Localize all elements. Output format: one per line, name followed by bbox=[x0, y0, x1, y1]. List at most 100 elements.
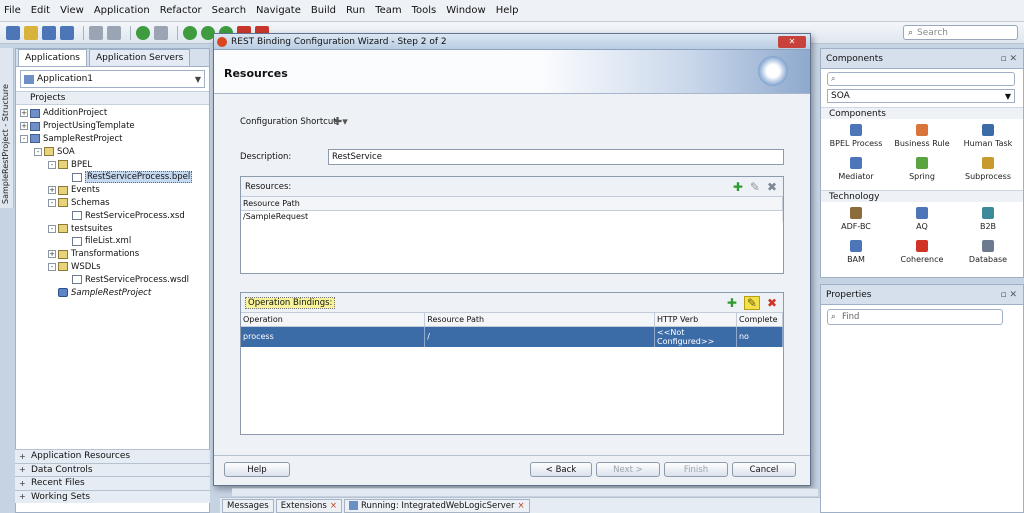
new-icon[interactable] bbox=[6, 25, 20, 40]
table-cell[interactable]: process bbox=[241, 326, 426, 347]
tree-item[interactable]: RestServiceProcess.wsdl bbox=[16, 273, 209, 286]
column-header[interactable]: Resource Path bbox=[424, 313, 656, 327]
make-icon[interactable] bbox=[183, 25, 197, 40]
expand-icon[interactable]: + bbox=[48, 250, 56, 259]
back-button[interactable]: < Back bbox=[530, 462, 592, 477]
tree-item[interactable]: SampleRestProject bbox=[16, 286, 209, 299]
menu-application[interactable]: Application bbox=[94, 5, 150, 16]
dialog-title-bar[interactable]: REST Binding Configuration Wizard - Step… bbox=[214, 34, 810, 50]
projects-header[interactable]: Projects bbox=[16, 91, 209, 105]
undo-icon[interactable] bbox=[89, 25, 103, 40]
collapse-icon[interactable]: - bbox=[48, 224, 56, 233]
save-all-icon[interactable] bbox=[60, 25, 74, 40]
tree-item[interactable]: + Events bbox=[16, 184, 209, 197]
tree-item[interactable]: - Schemas bbox=[16, 197, 209, 210]
section-recent-files[interactable]: + Recent Files bbox=[15, 476, 210, 490]
menu-refactor[interactable]: Refactor bbox=[160, 5, 202, 16]
close-icon[interactable]: × bbox=[330, 501, 337, 511]
table-cell[interactable]: <<Not Configured>> bbox=[654, 326, 737, 347]
global-search-input[interactable]: ⌕ Search bbox=[903, 25, 1018, 40]
components-search-input[interactable]: ⌕ bbox=[827, 72, 1015, 86]
redo-icon[interactable] bbox=[107, 25, 121, 40]
expand-icon[interactable]: + bbox=[19, 465, 27, 474]
component-coherence[interactable]: Coherence bbox=[889, 237, 955, 270]
tree-item[interactable]: + ProjectUsingTemplate bbox=[16, 120, 209, 133]
close-icon[interactable]: × bbox=[518, 501, 525, 511]
component-group-header[interactable]: Technology bbox=[821, 190, 1023, 202]
chevron-down-icon[interactable]: ▼ bbox=[1002, 92, 1014, 101]
column-header[interactable]: HTTP Verb bbox=[654, 313, 737, 327]
edit-operation-icon[interactable]: ✎ bbox=[743, 295, 760, 310]
collapse-icon[interactable]: - bbox=[48, 160, 56, 169]
component-subprocess[interactable]: Subprocess bbox=[955, 154, 1021, 187]
back-nav-icon[interactable] bbox=[136, 25, 150, 40]
component-category-select[interactable]: SOA ▼ bbox=[827, 89, 1015, 103]
structure-side-tab[interactable]: SampleRestProject - Structure bbox=[0, 48, 14, 208]
table-row[interactable]: /SampleRequest bbox=[241, 210, 783, 222]
component-spring[interactable]: Spring bbox=[889, 154, 955, 187]
tree-item[interactable]: RestServiceProcess.bpel bbox=[16, 171, 209, 184]
tree-item[interactable]: fileList.xml bbox=[16, 235, 209, 248]
expand-icon[interactable]: + bbox=[19, 479, 27, 488]
menu-team[interactable]: Team bbox=[375, 5, 401, 16]
description-field[interactable]: RestService bbox=[328, 149, 784, 165]
section-application-resources[interactable]: + Application Resources bbox=[15, 449, 210, 463]
tree-item[interactable]: - testsuites bbox=[16, 222, 209, 235]
component-adf-bc[interactable]: ADF-BC bbox=[823, 204, 889, 237]
tree-item[interactable]: - WSDLs bbox=[16, 261, 209, 274]
section-working-sets[interactable]: + Working Sets bbox=[15, 489, 210, 503]
tree-item[interactable]: - BPEL bbox=[16, 158, 209, 171]
section-data-controls[interactable]: + Data Controls bbox=[15, 462, 210, 476]
add-operation-icon[interactable]: ✚ bbox=[727, 297, 737, 309]
component-b2b[interactable]: B2B bbox=[955, 204, 1021, 237]
column-header[interactable]: Resource Path bbox=[241, 197, 783, 211]
panel-controls-icon[interactable]: ▫ ✕ bbox=[1000, 290, 1017, 300]
properties-find-input[interactable]: ⌕ Find bbox=[827, 309, 1003, 325]
edit-resource-icon[interactable]: ✎ bbox=[750, 181, 760, 193]
tree-item[interactable]: + AdditionProject bbox=[16, 107, 209, 120]
menu-file[interactable]: File bbox=[4, 5, 21, 16]
tab-application-servers[interactable]: Application Servers bbox=[88, 49, 191, 66]
delete-operation-icon[interactable]: ✖ bbox=[767, 297, 777, 309]
collapse-icon[interactable]: - bbox=[48, 198, 56, 207]
next-button[interactable]: Next > bbox=[596, 462, 660, 477]
menu-run[interactable]: Run bbox=[346, 5, 365, 16]
tree-item[interactable]: RestServiceProcess.xsd bbox=[16, 209, 209, 222]
collapse-icon[interactable]: - bbox=[20, 134, 28, 143]
menu-build[interactable]: Build bbox=[311, 5, 336, 16]
menu-tools[interactable]: Tools bbox=[412, 5, 437, 16]
menu-window[interactable]: Window bbox=[446, 5, 485, 16]
save-icon[interactable] bbox=[42, 25, 56, 40]
component-aq[interactable]: AQ bbox=[889, 204, 955, 237]
expand-icon[interactable]: + bbox=[19, 492, 27, 501]
component-database[interactable]: Database bbox=[955, 237, 1021, 270]
menu-navigate[interactable]: Navigate bbox=[256, 5, 301, 16]
component-mediator[interactable]: Mediator bbox=[823, 154, 889, 187]
close-icon[interactable]: ✕ bbox=[778, 35, 806, 48]
tree-item[interactable]: + Transformations bbox=[16, 248, 209, 261]
help-button[interactable]: Help bbox=[224, 462, 290, 477]
add-resource-icon[interactable]: ✚ bbox=[733, 181, 743, 193]
menu-edit[interactable]: Edit bbox=[31, 5, 50, 16]
expand-icon[interactable]: + bbox=[19, 452, 27, 461]
menu-help[interactable]: Help bbox=[496, 5, 519, 16]
component-bpel-process[interactable]: BPEL Process bbox=[823, 121, 889, 154]
cancel-button[interactable]: Cancel bbox=[732, 462, 796, 477]
table-row[interactable]: process / <<Not Configured>> no bbox=[241, 326, 784, 347]
configuration-shortcut-button[interactable]: ✚▾ bbox=[333, 115, 348, 128]
finish-button[interactable]: Finish bbox=[664, 462, 728, 477]
menu-view[interactable]: View bbox=[60, 5, 84, 16]
collapse-icon[interactable]: - bbox=[48, 262, 56, 271]
component-bam[interactable]: BAM bbox=[823, 237, 889, 270]
tree-item[interactable]: - SampleRestProject bbox=[16, 133, 209, 146]
column-header[interactable]: Complete bbox=[736, 313, 784, 327]
tree-item[interactable]: - SOA bbox=[16, 145, 209, 158]
collapse-icon[interactable]: - bbox=[34, 147, 42, 156]
forward-nav-icon[interactable] bbox=[154, 25, 168, 40]
expand-icon[interactable]: + bbox=[20, 122, 28, 131]
application-select[interactable]: Application1 ▼ bbox=[20, 70, 205, 88]
log-tab-2[interactable]: Running: IntegratedWebLogicServer × bbox=[343, 498, 530, 513]
log-tab-0[interactable]: Messages bbox=[222, 498, 274, 513]
editor-horizontal-scrollbar[interactable] bbox=[232, 488, 818, 496]
component-human-task[interactable]: Human Task bbox=[955, 121, 1021, 154]
